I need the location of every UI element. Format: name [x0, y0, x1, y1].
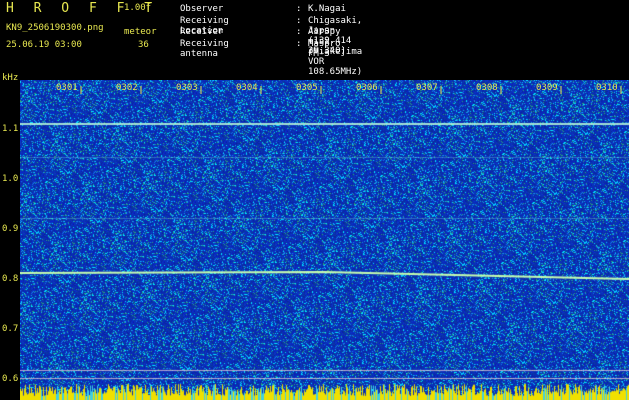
y-axis-label-0-6: 0.6: [2, 374, 19, 384]
y-axis-label-0-8: 0.8: [2, 274, 19, 284]
info-separator: :: [296, 38, 302, 49]
info-separator: :: [296, 15, 302, 26]
y-axis-label-1-1: 1.1: [2, 124, 19, 134]
y-axis-label-0-9: 0.9: [2, 224, 19, 234]
y-axis-label-1-0: 1.0: [2, 174, 19, 184]
info-separator: :: [296, 4, 302, 14]
info-value: Maspro FM-3: [308, 38, 341, 59]
date-time: 25.06.19 03:00: [6, 40, 82, 50]
spectrogram-waterfall: [20, 80, 629, 400]
version-label: 1.00f: [124, 3, 152, 13]
info-key: Observer: [180, 4, 224, 14]
meteor-label: meteor: [124, 27, 157, 37]
info-separator: :: [296, 27, 302, 37]
info-key: Receiving antenna: [180, 38, 229, 59]
info-value: K.Nagai: [308, 4, 346, 14]
y-axis-label-0-7: 0.7: [2, 324, 19, 334]
meteor-count: 36: [138, 40, 149, 50]
header-panel: H R O F F T 1.00f KN9_2506190300.png met…: [0, 0, 629, 78]
info-key: Receiver: [180, 27, 224, 37]
file-name: KN9_2506190300.png: [6, 23, 104, 33]
axis-unit-label: kHz: [2, 73, 19, 83]
